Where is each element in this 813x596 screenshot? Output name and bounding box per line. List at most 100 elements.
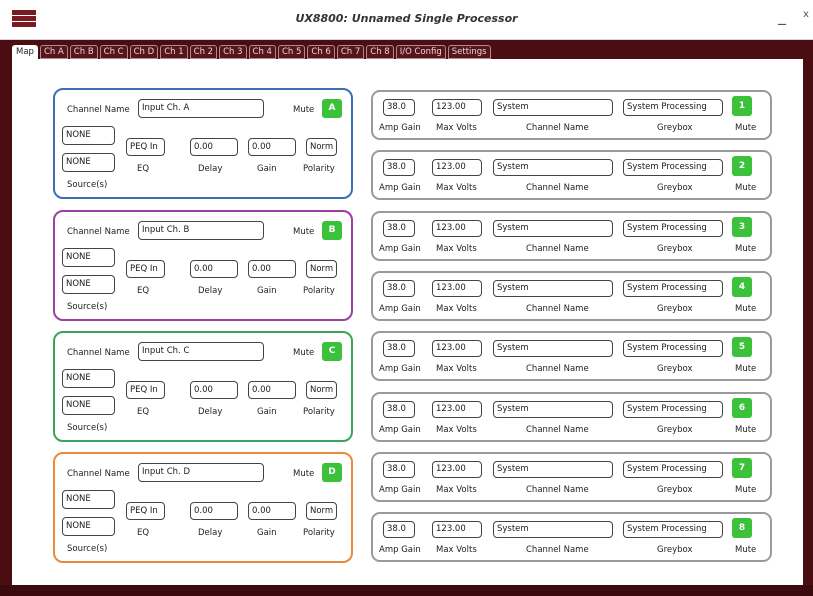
- source-2-field[interactable]: NONE: [62, 153, 115, 172]
- tab-ch-8[interactable]: Ch 8: [366, 45, 394, 59]
- mute-label: Mute: [293, 348, 315, 358]
- delay-field[interactable]: 0.00: [190, 381, 238, 399]
- max-volts-field[interactable]: 123.00: [432, 400, 482, 418]
- source-2-field[interactable]: NONE: [62, 275, 115, 294]
- tab-ch-b[interactable]: Ch B: [69, 45, 98, 59]
- max-volts-field[interactable]: 123.00: [432, 99, 482, 116]
- channel-name-field[interactable]: Input Ch. C: [138, 342, 264, 361]
- channel-name-field[interactable]: Input Ch. B: [138, 221, 264, 240]
- mute-button[interactable]: 5: [732, 337, 752, 358]
- channel-name-field[interactable]: System: [493, 279, 613, 297]
- tab-ch-a[interactable]: Ch A: [39, 45, 68, 59]
- max-volts-field[interactable]: 123.00: [432, 340, 482, 358]
- max-volts-field[interactable]: 123.00: [432, 159, 482, 177]
- gain-field[interactable]: 0.00: [248, 260, 296, 278]
- channel-name-field[interactable]: System: [493, 400, 613, 418]
- tab-ch-2[interactable]: Ch 2: [189, 45, 218, 59]
- max-volts-field[interactable]: 123.00: [432, 521, 482, 539]
- amp-gain-field[interactable]: 38.0: [383, 99, 415, 116]
- channel-name-field[interactable]: System: [493, 521, 613, 539]
- max-volts-field[interactable]: 123.00: [432, 279, 482, 297]
- greybox-label: Greybox: [657, 243, 693, 254]
- max-volts-field[interactable]: 123.00: [432, 460, 482, 478]
- mute-button[interactable]: 7: [732, 457, 752, 478]
- status-strip: [0, 585, 813, 596]
- mute-button[interactable]: B: [322, 221, 342, 240]
- tab-ch-d[interactable]: Ch D: [129, 45, 159, 59]
- eq-button[interactable]: PEQ In: [126, 138, 165, 156]
- amp-gain-field[interactable]: 38.0: [383, 159, 415, 177]
- mute-button[interactable]: 4: [732, 276, 752, 297]
- delay-label: Delay: [198, 164, 223, 174]
- channel-name-field[interactable]: System: [493, 99, 613, 116]
- mute-button[interactable]: D: [322, 463, 342, 482]
- polarity-label: Polarity: [303, 286, 335, 296]
- source-1-field[interactable]: NONE: [62, 126, 115, 145]
- mute-button[interactable]: 3: [732, 216, 752, 237]
- mute-button[interactable]: 2: [732, 156, 752, 177]
- tab-ch-7[interactable]: Ch 7: [336, 45, 365, 59]
- amp-gain-field[interactable]: 38.0: [383, 340, 415, 358]
- source-1-field[interactable]: NONE: [62, 490, 115, 509]
- tab-ch-6[interactable]: Ch 6: [307, 45, 335, 59]
- amp-gain-field[interactable]: 38.0: [383, 400, 415, 418]
- greybox-field[interactable]: System Processing: [623, 400, 723, 418]
- greybox-field[interactable]: System Processing: [623, 340, 723, 358]
- greybox-field[interactable]: System Processing: [623, 99, 723, 116]
- close-button[interactable]: x: [803, 9, 809, 20]
- max-volts-label: Max Volts: [436, 484, 477, 495]
- mute-button[interactable]: C: [322, 342, 342, 361]
- greybox-field[interactable]: System Processing: [623, 460, 723, 478]
- eq-button[interactable]: PEQ In: [126, 502, 165, 520]
- polarity-button[interactable]: Norm: [306, 381, 337, 399]
- greybox-field[interactable]: System Processing: [623, 159, 723, 177]
- amp-gain-field[interactable]: 38.0: [383, 219, 415, 237]
- delay-field[interactable]: 0.00: [190, 138, 238, 156]
- gain-field[interactable]: 0.00: [248, 138, 296, 156]
- channel-name-label: Channel Name: [67, 105, 130, 115]
- eq-button[interactable]: PEQ In: [126, 260, 165, 278]
- minimize-button[interactable]: _: [778, 6, 786, 25]
- mute-label: Mute: [735, 484, 757, 495]
- polarity-button[interactable]: Norm: [306, 260, 337, 278]
- gain-field[interactable]: 0.00: [248, 381, 296, 399]
- channel-name-field[interactable]: System: [493, 460, 613, 478]
- polarity-button[interactable]: Norm: [306, 138, 337, 156]
- delay-field[interactable]: 0.00: [190, 260, 238, 278]
- greybox-field[interactable]: System Processing: [623, 521, 723, 539]
- max-volts-field[interactable]: 123.00: [432, 219, 482, 237]
- delay-field[interactable]: 0.00: [190, 502, 238, 520]
- polarity-label: Polarity: [303, 164, 335, 174]
- amp-gain-label: Amp Gain: [379, 183, 421, 194]
- source-2-field[interactable]: NONE: [62, 517, 115, 536]
- polarity-button[interactable]: Norm: [306, 502, 337, 520]
- amp-gain-field[interactable]: 38.0: [383, 521, 415, 539]
- source-2-field[interactable]: NONE: [62, 396, 115, 415]
- tab-ch-c[interactable]: Ch C: [99, 45, 128, 59]
- source-1-field[interactable]: NONE: [62, 369, 115, 388]
- channel-name-field[interactable]: System: [493, 340, 613, 358]
- mute-button[interactable]: 1: [732, 96, 752, 116]
- tab-map[interactable]: Map: [12, 45, 38, 59]
- tab-settings[interactable]: Settings: [447, 45, 491, 59]
- tab-ch-4[interactable]: Ch 4: [248, 45, 276, 59]
- greybox-field[interactable]: System Processing: [623, 279, 723, 297]
- source-1-field[interactable]: NONE: [62, 248, 115, 267]
- channel-name-field[interactable]: Input Ch. A: [138, 99, 264, 118]
- tab-ch-3[interactable]: Ch 3: [219, 45, 247, 59]
- channel-name-label: Channel Name: [67, 227, 130, 237]
- greybox-field[interactable]: System Processing: [623, 219, 723, 237]
- channel-name-field[interactable]: System: [493, 219, 613, 237]
- amp-gain-field[interactable]: 38.0: [383, 279, 415, 297]
- channel-name-field[interactable]: Input Ch. D: [138, 463, 264, 482]
- gain-field[interactable]: 0.00: [248, 502, 296, 520]
- amp-gain-field[interactable]: 38.0: [383, 460, 415, 478]
- mute-button[interactable]: A: [322, 99, 342, 118]
- mute-button[interactable]: 6: [732, 397, 752, 418]
- mute-button[interactable]: 8: [732, 518, 752, 539]
- eq-button[interactable]: PEQ In: [126, 381, 165, 399]
- tab-ch-5[interactable]: Ch 5: [277, 45, 306, 59]
- tab-i-o-config[interactable]: I/O Config: [395, 45, 446, 59]
- channel-name-field[interactable]: System: [493, 159, 613, 177]
- tab-ch-1[interactable]: Ch 1: [160, 45, 188, 59]
